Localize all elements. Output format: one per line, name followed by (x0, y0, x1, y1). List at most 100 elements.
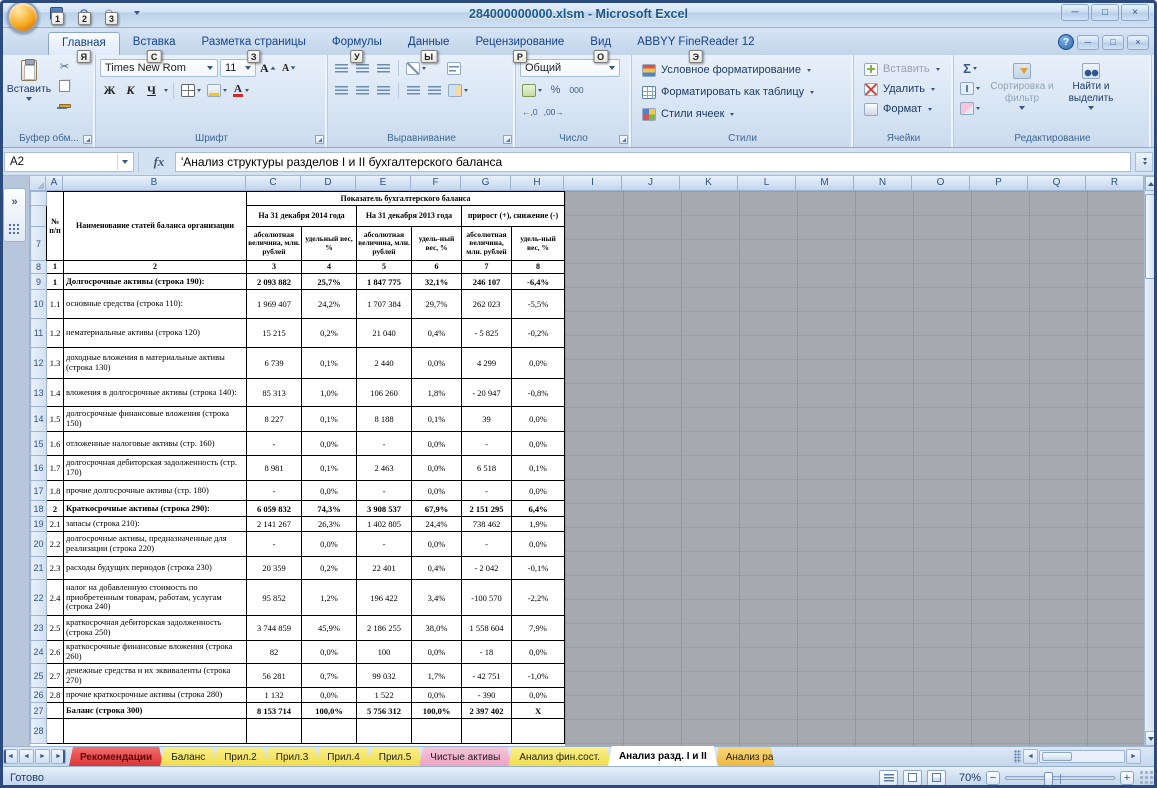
row-header[interactable]: 8 (31, 261, 47, 274)
sheet-tab-9[interactable]: Анализ разд (715, 747, 775, 766)
cell-value[interactable]: 0,0% (412, 688, 462, 703)
cell-value[interactable]: 738 462 (462, 517, 512, 532)
colnumber-cell[interactable]: 2 (64, 261, 247, 274)
cell-name[interactable]: Краткосрочные активы (строка 290): (64, 501, 247, 517)
cell-value[interactable]: 6 518 (462, 456, 512, 481)
colnumber-cell[interactable]: 8 (512, 261, 565, 274)
cell-value[interactable]: 262 023 (462, 290, 512, 319)
cell-value[interactable]: 100,0% (302, 703, 357, 719)
cell-value[interactable]: 0,0% (512, 688, 565, 703)
cell-value[interactable]: 2 397 402 (462, 703, 512, 719)
help-button[interactable]: ? (1058, 34, 1074, 50)
name-box[interactable]: A2 (4, 152, 134, 172)
cell-value[interactable]: 2 463 (357, 456, 412, 481)
row-header[interactable]: 10 (31, 290, 47, 319)
cell-value[interactable]: - 2 042 (462, 557, 512, 580)
cell-value[interactable]: 56 281 (247, 664, 302, 688)
insert-cells-button[interactable]: Вставить (858, 59, 949, 79)
cell-num[interactable]: 1.6 (47, 432, 64, 456)
cell-name[interactable]: долгосрочные активы, предназначенные для… (64, 532, 247, 557)
cell-value[interactable]: 1,2% (302, 580, 357, 616)
minimize-button[interactable]: ─ (1061, 4, 1089, 21)
row-header[interactable] (31, 192, 47, 206)
column-header-N[interactable]: N (854, 176, 912, 191)
row-header[interactable] (31, 206, 47, 227)
cell-value[interactable]: 25,7% (302, 274, 357, 290)
cell-value[interactable]: 100,0% (412, 703, 462, 719)
empty-cell[interactable] (512, 719, 565, 744)
dialog-launcher-button[interactable] (83, 135, 92, 144)
vertical-scrollbar[interactable] (1144, 176, 1157, 746)
cell-value[interactable]: -1,0% (512, 664, 565, 688)
cell-value[interactable]: 0,1% (302, 456, 357, 481)
cell-value[interactable]: -5,5% (512, 290, 565, 319)
shrink-font-button[interactable]: А (280, 59, 299, 77)
cell-value[interactable]: - (357, 532, 412, 557)
view-page-layout-button[interactable] (903, 770, 922, 786)
cell-styles-button[interactable]: Стили ячеек (636, 103, 849, 125)
sheet-tab-7[interactable]: Анализ фин.сост. (508, 747, 611, 766)
ribbon-tab-3[interactable]: ФормулыУ (319, 32, 395, 55)
cell-value[interactable]: 5 756 312 (357, 703, 412, 719)
sheet-tab-5[interactable]: Прил.5 (368, 747, 423, 766)
cell-value[interactable]: 1 132 (247, 688, 302, 703)
colnumber-cell[interactable]: 4 (302, 261, 357, 274)
zoom-slider[interactable] (1005, 776, 1115, 780)
cell-value[interactable]: 0,0% (302, 641, 357, 664)
column-header-P[interactable]: P (970, 176, 1028, 191)
row-header[interactable]: 16 (31, 456, 47, 481)
subheader-cell[interactable]: удельный вес, % (302, 227, 357, 261)
cell-num[interactable]: 2.3 (47, 557, 64, 580)
scroll-left-button[interactable]: ◄ (1023, 749, 1038, 764)
row-header[interactable]: 14 (31, 407, 47, 432)
cell-name[interactable]: нематериальные активы (строка 120) (64, 319, 247, 348)
row-header[interactable]: 21 (31, 557, 47, 580)
cell-value[interactable]: 196 422 (357, 580, 412, 616)
cell-value[interactable]: -0,8% (512, 379, 565, 407)
cell-value[interactable]: 45,9% (302, 616, 357, 641)
cell-value[interactable]: 8 153 714 (247, 703, 302, 719)
column-header-L[interactable]: L (738, 176, 796, 191)
vertical-scroll-thumb[interactable] (1145, 194, 1156, 279)
cell-value[interactable]: 2 151 295 (462, 501, 512, 517)
cell-value[interactable]: - 42 751 (462, 664, 512, 688)
cut-button[interactable]: ✂ (55, 57, 74, 75)
cell-num[interactable]: 1.2 (47, 319, 64, 348)
column-header-R[interactable]: R (1086, 176, 1144, 191)
cell-name[interactable]: прочие краткосрочные активы (строка 280) (64, 688, 247, 703)
cell-value[interactable]: 0,0% (512, 407, 565, 432)
cell-num[interactable]: 2.4 (47, 580, 64, 616)
workbook-minimize-button[interactable]: ─ (1077, 35, 1099, 50)
comma-format-button[interactable]: 000 (567, 81, 586, 99)
cell-value[interactable]: - 5 825 (462, 319, 512, 348)
cell-value[interactable]: 1 847 775 (357, 274, 412, 290)
cell-value[interactable]: - (462, 432, 512, 456)
cell-name[interactable]: вложения в долгосрочные активы (строка 1… (64, 379, 247, 407)
merge-center-button[interactable] (446, 81, 470, 99)
cell-num[interactable]: 1.7 (47, 456, 64, 481)
cell-value[interactable]: 0,0% (412, 641, 462, 664)
cell-value[interactable]: 0,0% (512, 641, 565, 664)
column-header-D[interactable]: D (301, 176, 356, 191)
subheader-cell[interactable]: удель-ный вес, % (412, 227, 462, 261)
horizontal-scrollbar[interactable]: ◄ ► (1023, 747, 1143, 766)
increase-decimal-button[interactable]: ←,0 (520, 103, 540, 121)
cell-num[interactable]: 2.7 (47, 664, 64, 688)
font-color-button[interactable]: А (231, 81, 251, 99)
bold-button[interactable]: Ж (100, 81, 119, 99)
workbook-restore-button[interactable]: □ (1102, 35, 1124, 50)
copy-button[interactable] (55, 77, 74, 95)
cell-num[interactable]: 1.8 (47, 481, 64, 501)
cell-value[interactable]: 0,4% (412, 557, 462, 580)
empty-cell[interactable] (247, 719, 302, 744)
colnumber-cell[interactable]: 7 (462, 261, 512, 274)
cell-value[interactable]: 3 908 537 (357, 501, 412, 517)
horizontal-scroll-thumb[interactable] (1042, 752, 1072, 761)
cell-num[interactable]: 2.5 (47, 616, 64, 641)
sheet-tab-3[interactable]: Прил.3 (265, 747, 320, 766)
cell-value[interactable]: 3 744 859 (247, 616, 302, 641)
sheet-tab-0[interactable]: Рекомендации (69, 747, 163, 766)
cell-value[interactable]: 99 032 (357, 664, 412, 688)
row-header[interactable]: 17 (31, 481, 47, 501)
cell-value[interactable]: 100 (357, 641, 412, 664)
